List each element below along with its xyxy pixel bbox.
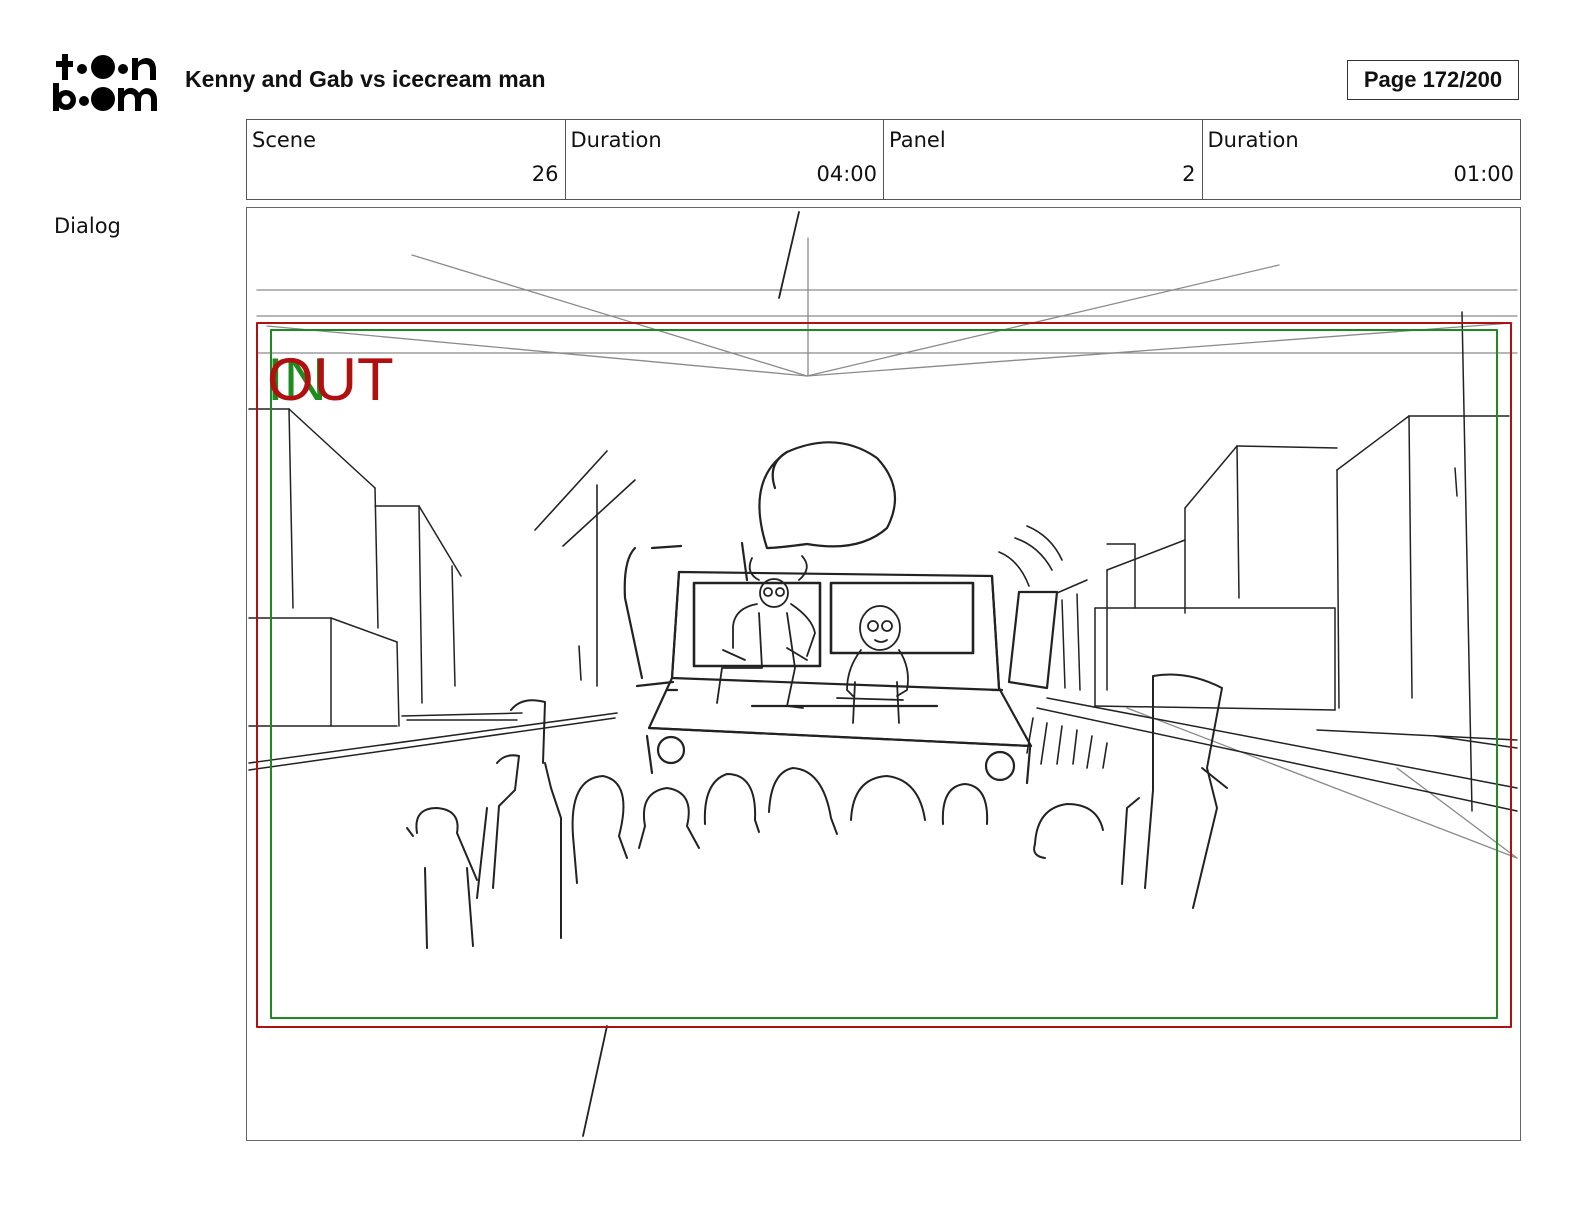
panel-value: 2 — [1182, 162, 1196, 186]
scene-duration-cell: Duration 04:00 — [566, 120, 884, 199]
panel-cell: Panel 2 — [884, 120, 1203, 199]
panel-sketch: IN OUT — [248, 211, 1518, 1137]
panel-duration-value: 01:00 — [1453, 162, 1514, 186]
panel-duration-label: Duration — [1207, 128, 1299, 152]
dialog-label: Dialog — [54, 214, 121, 238]
scene-label: Scene — [252, 128, 317, 152]
toonboom-logo — [52, 52, 164, 112]
out-frame-label: OUT — [267, 346, 394, 413]
scene-duration-label: Duration — [570, 128, 662, 152]
scene-value: 26 — [531, 162, 559, 186]
storyboard-panel: IN OUT — [246, 207, 1521, 1141]
page-counter: Page 172/200 — [1347, 60, 1519, 100]
project-title: Kenny and Gab vs icecream man — [185, 66, 546, 92]
panel-label: Panel — [889, 128, 946, 152]
scene-duration-value: 04:00 — [816, 162, 877, 186]
panel-duration-cell: Duration 01:00 — [1203, 120, 1521, 199]
scene-cell: Scene 26 — [247, 120, 566, 199]
scene-info-table: Scene 26 Duration 04:00 Panel 2 Duration… — [246, 119, 1521, 200]
